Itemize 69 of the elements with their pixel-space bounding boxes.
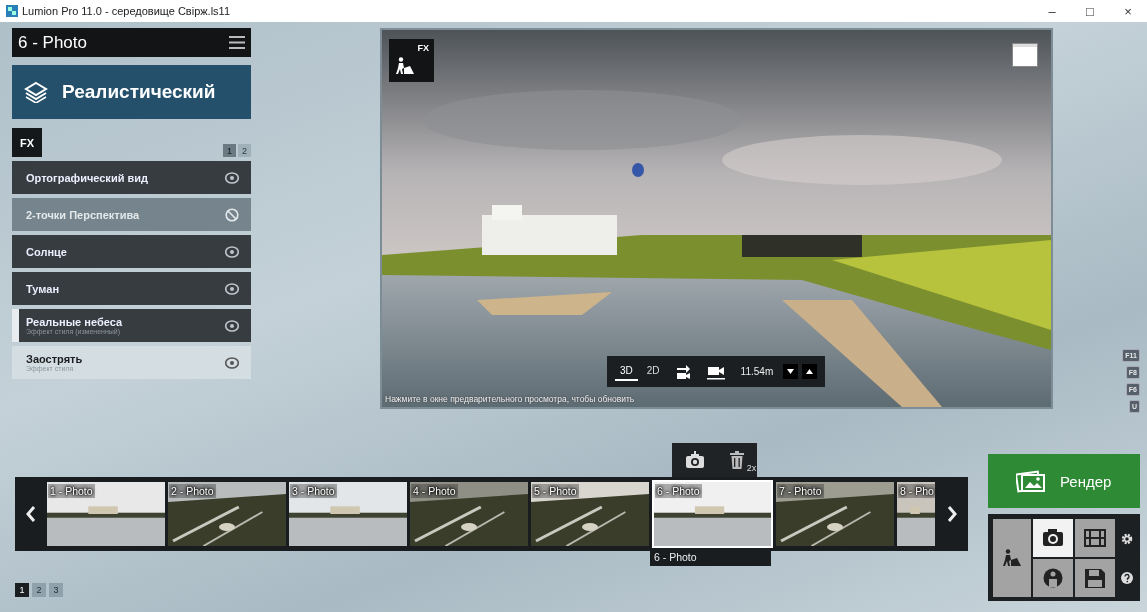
effect-name: Заострять [26,353,84,365]
page-button[interactable]: 1 [223,144,236,157]
eye-icon[interactable] [225,355,239,370]
selected-photo-caption: 6 - Photo [650,548,771,566]
app-icon [6,5,18,17]
down-button[interactable] [783,364,799,379]
panorama-mode-button[interactable] [1033,559,1073,597]
window-control[interactable]: × [1109,3,1147,19]
window-control[interactable]: □ [1071,3,1109,19]
eye-icon[interactable] [225,244,239,259]
page-button[interactable]: 2 [32,583,46,597]
window-title: Lumion Pro 11.0 - середовище Свірж.ls11 [22,5,231,17]
person-circle-icon [1042,568,1064,588]
down-arrow-icon [787,369,795,374]
effect-item[interactable]: Солнце [12,235,251,268]
help-button[interactable] [1120,571,1133,584]
effect-name: Туман [26,282,61,295]
photo-thumbnail[interactable]: 7 - Photo [776,482,894,546]
viewport-preview[interactable]: FX 3D 2D 11.54m Нажмите в окне предварительного просмотра, чтобы обновить [380,28,1053,409]
view-mode-tab[interactable]: 2D [641,362,665,381]
eye-icon[interactable] [225,318,239,333]
build-mode-button[interactable] [993,519,1031,597]
page-button[interactable]: 3 [49,583,63,597]
effect-name: Реальные небеса [26,316,124,328]
effect-name: 2-точки Перспектива [26,208,141,221]
fx-badge-label: FX [417,43,429,53]
eye-icon[interactable] [225,281,239,296]
effect-item[interactable]: Туман [12,272,251,305]
render-button[interactable]: Рендер [988,454,1140,508]
up-button[interactable] [802,364,818,379]
window-icon[interactable] [1012,43,1038,67]
camera-mode-button[interactable] [1033,519,1073,557]
add-photo-button[interactable] [684,451,705,469]
save-mode-button[interactable] [1075,559,1115,597]
swap-arrows-icon [674,363,691,380]
settings-icon [1120,532,1133,545]
worker-icon [396,57,414,75]
images-icon [1016,469,1046,493]
camera-icon [1042,528,1064,548]
menu-icon[interactable] [229,36,245,49]
preview-hint: Нажмите в окне предварительного просмотра, чтобы обновить [385,394,635,404]
effect-name: Ортографический вид [26,171,149,184]
multiplier-label: 2x [746,463,757,473]
film-icon [1084,528,1106,548]
effect-name: Солнце [26,245,68,258]
blocked-icon[interactable] [225,207,239,222]
chevron-left-icon [26,506,36,522]
up-arrow-icon [806,369,814,374]
effect-item[interactable]: Ортографический вид [12,161,251,194]
view-mode-tab[interactable]: 3D [615,362,638,381]
photo-title: 6 - Photo [18,32,88,53]
save-icon [1084,568,1106,588]
photo-thumbnail[interactable]: 4 - Photo [410,482,528,546]
chevron-right-icon [947,506,957,522]
worker-icon [1003,549,1021,567]
movie-mode-button[interactable] [1075,519,1115,557]
fx-button[interactable]: FX [12,128,42,157]
layers-icon [24,81,48,103]
page-button[interactable]: 2 [238,144,251,157]
settings-button[interactable] [1120,532,1133,545]
camera-icon [684,451,705,469]
style-button[interactable]: Реалистический [12,65,251,119]
window-control[interactable]: – [1033,3,1071,19]
page-button[interactable]: 1 [15,583,29,597]
distance-value: 11.54m [739,366,775,377]
trash-icon [730,451,745,469]
fx-effects-button[interactable]: FX [389,39,434,82]
eye-icon[interactable] [225,170,239,185]
help-icon [1120,571,1133,584]
